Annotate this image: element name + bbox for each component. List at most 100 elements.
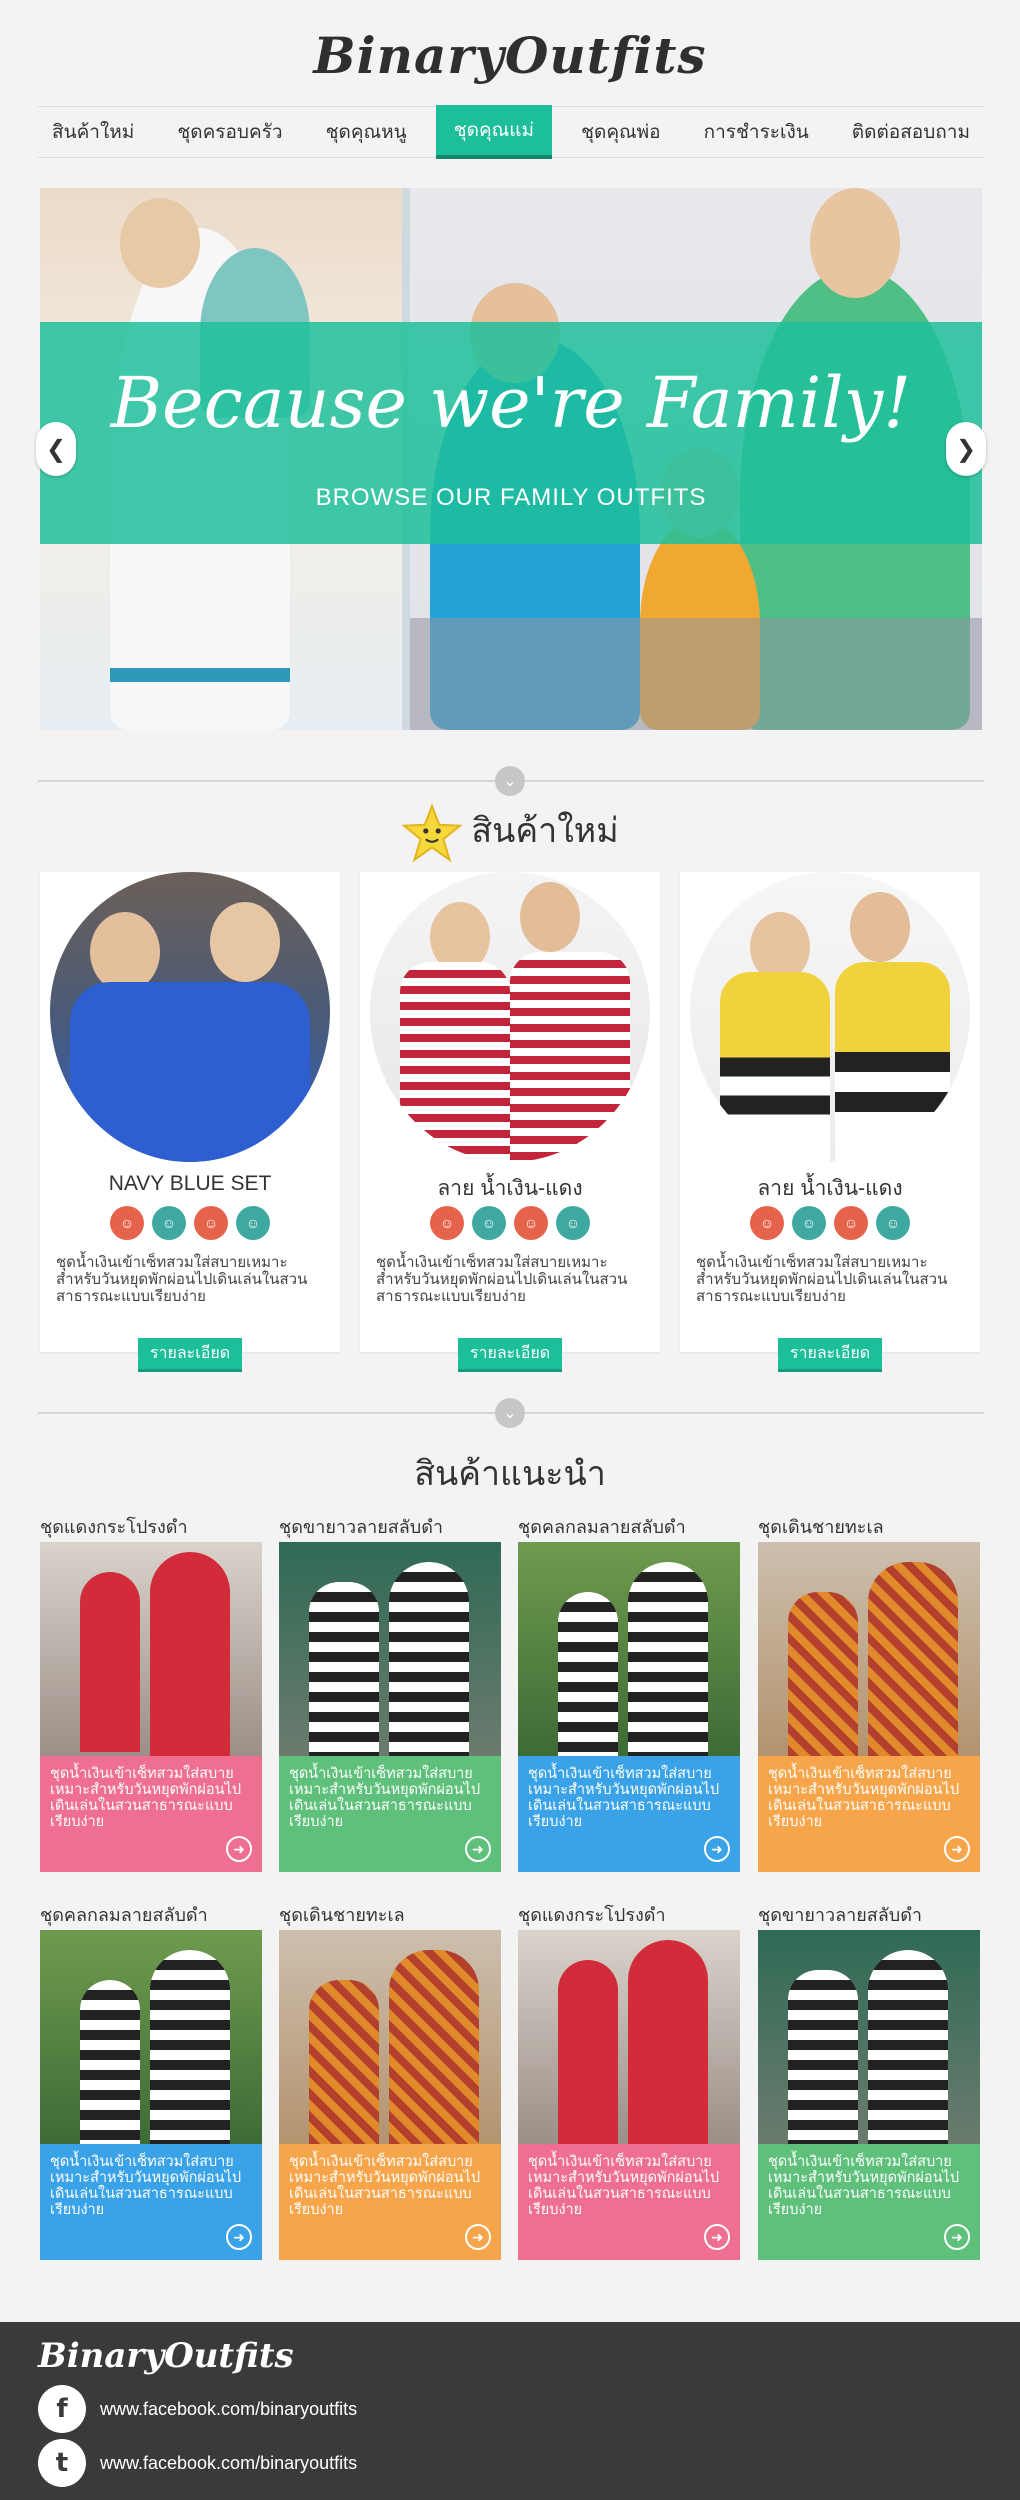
recommended-info: ชุดน้ำเงินเข้าเซ็ทสวมใส่สบายเหมาะสำหรับว…	[279, 1756, 501, 1872]
recommended-info: ชุดน้ำเงินเข้าเซ็ทสวมใส่สบายเหมาะสำหรับว…	[758, 2144, 980, 2260]
avatar-icon[interactable]: ☺	[236, 1206, 270, 1240]
recommended-item-title[interactable]: ชุดเดินชายทะเล	[758, 1512, 884, 1541]
avatar-icon[interactable]: ☺	[556, 1206, 590, 1240]
details-button[interactable]: รายละเอียด	[778, 1338, 882, 1372]
page: BinaryOutfits สินค้าใหม่ ชุดครอบครัว ชุด…	[0, 0, 1020, 2500]
recommended-description: ชุดน้ำเงินเข้าเซ็ทสวมใส่สบายเหมาะสำหรับว…	[528, 1766, 720, 1830]
recommended-photo[interactable]	[518, 1930, 740, 2144]
recommended-photo[interactable]	[40, 1542, 262, 1756]
recommended-item[interactable]: ชุดคลกลมลายสลับดำ ชุดน้ำเงินเข้าเซ็ทสวมใ…	[40, 1900, 262, 2270]
nav-item-family[interactable]: ชุดครอบครัว	[163, 107, 296, 157]
nav-item-kids[interactable]: ชุดคุณหนู	[312, 107, 421, 157]
product-photo[interactable]	[690, 872, 970, 1162]
twitter-icon[interactable]: t	[38, 2439, 86, 2487]
nav-item-dad[interactable]: ชุดคุณพ่อ	[567, 107, 675, 157]
product-photo[interactable]	[370, 872, 650, 1162]
recommended-photo[interactable]	[758, 1930, 980, 2144]
recommended-item-title[interactable]: ชุดคลกลมลายสลับดำ	[40, 1900, 208, 1929]
recommended-description: ชุดน้ำเงินเข้าเซ็ทสวมใส่สบายเหมาะสำหรับว…	[528, 2154, 720, 2218]
footer-twitter-link[interactable]: t www.facebook.com/binaryoutfits	[38, 2438, 357, 2488]
hero-slider: Because we're Family! BROWSE OUR FAMILY …	[40, 188, 982, 730]
product-description: ชุดน้ำเงินเข้าเซ็ทสวมใส่สบายเหมาะสำหรับว…	[56, 1254, 308, 1305]
chevron-down-icon[interactable]: ⌄	[495, 1398, 525, 1428]
recommended-item[interactable]: ชุดขายาวลายสลับดำ ชุดน้ำเงินเข้าเซ็ทสวมใ…	[279, 1512, 501, 1882]
chevron-down-icon[interactable]: ⌄	[495, 766, 525, 796]
product-card[interactable]: ลาย น้ำเงิน-แดง ☺ ☺ ☺ ☺ ชุดน้ำเงินเข้าเซ…	[680, 872, 980, 1372]
arrow-right-icon[interactable]: ➜	[465, 1836, 491, 1862]
recommended-item-title[interactable]: ชุดแดงกระโปรงดำ	[518, 1900, 666, 1929]
product-photo[interactable]	[50, 872, 330, 1162]
footer-link-text[interactable]: www.facebook.com/binaryoutfits	[100, 2399, 357, 2420]
avatar-icon[interactable]: ☺	[514, 1206, 548, 1240]
recommended-title: สินค้าแนะนำ	[414, 1455, 606, 1493]
color-swatches: ☺ ☺ ☺ ☺	[40, 1206, 340, 1240]
arrow-right-icon[interactable]: ➜	[226, 2224, 252, 2250]
recommended-item[interactable]: ชุดคลกลมลายสลับดำ ชุดน้ำเงินเข้าเซ็ทสวมใ…	[518, 1512, 740, 1882]
recommended-info: ชุดน้ำเงินเข้าเซ็ทสวมใส่สบายเหมาะสำหรับว…	[40, 1756, 262, 1872]
recommended-item[interactable]: ชุดเดินชายทะเล ชุดน้ำเงินเข้าเซ็ทสวมใส่ส…	[758, 1512, 980, 1882]
recommended-description: ชุดน้ำเงินเข้าเซ็ทสวมใส่สบายเหมาะสำหรับว…	[768, 2154, 960, 2218]
avatar-icon[interactable]: ☺	[152, 1206, 186, 1240]
recommended-description: ชุดน้ำเงินเข้าเซ็ทสวมใส่สบายเหมาะสำหรับว…	[289, 2154, 481, 2218]
product-name: ลาย น้ำเงิน-แดง	[437, 1177, 583, 1200]
recommended-photo[interactable]	[279, 1542, 501, 1756]
avatar-icon[interactable]: ☺	[194, 1206, 228, 1240]
recommended-item[interactable]: ชุดขายาวลายสลับดำ ชุดน้ำเงินเข้าเซ็ทสวมใ…	[758, 1900, 980, 2270]
avatar-icon[interactable]: ☺	[876, 1206, 910, 1240]
recommended-photo[interactable]	[40, 1930, 262, 2144]
site-footer: BinaryOutfits f www.facebook.com/binaryo…	[0, 2322, 1020, 2500]
color-swatches: ☺ ☺ ☺ ☺	[360, 1206, 660, 1240]
main-nav: สินค้าใหม่ ชุดครอบครัว ชุดคุณหนู ชุดคุณแ…	[38, 105, 984, 159]
recommended-info: ชุดน้ำเงินเข้าเซ็ทสวมใส่สบายเหมาะสำหรับว…	[758, 1756, 980, 1872]
details-button[interactable]: รายละเอียด	[458, 1338, 562, 1372]
product-card[interactable]: ลาย น้ำเงิน-แดง ☺ ☺ ☺ ☺ ชุดน้ำเงินเข้าเซ…	[360, 872, 660, 1372]
nav-item-contact[interactable]: ติดต่อสอบถาม	[838, 107, 984, 157]
recommended-photo[interactable]	[518, 1542, 740, 1756]
arrow-right-icon[interactable]: ➜	[704, 2224, 730, 2250]
nav-item-new[interactable]: สินค้าใหม่	[38, 107, 148, 157]
recommended-item-title[interactable]: ชุดขายาวลายสลับดำ	[758, 1900, 922, 1929]
recommended-item-title[interactable]: ชุดแดงกระโปรงดำ	[40, 1512, 188, 1541]
recommended-item[interactable]: ชุดเดินชายทะเล ชุดน้ำเงินเข้าเซ็ทสวมใส่ส…	[279, 1900, 501, 2270]
arrow-right-icon[interactable]: ➜	[226, 1836, 252, 1862]
facebook-icon[interactable]: f	[38, 2385, 86, 2433]
hero-subtitle[interactable]: BROWSE OUR FAMILY OUTFITS	[40, 484, 982, 512]
recommended-description: ชุดน้ำเงินเข้าเซ็ทสวมใส่สบายเหมาะสำหรับว…	[289, 1766, 481, 1830]
recommended-info: ชุดน้ำเงินเข้าเซ็ทสวมใส่สบายเหมาะสำหรับว…	[518, 1756, 740, 1872]
arrow-right-icon[interactable]: ➜	[944, 2224, 970, 2250]
recommended-photo[interactable]	[279, 1930, 501, 2144]
product-name: ลาย น้ำเงิน-แดง	[757, 1177, 903, 1200]
avatar-icon[interactable]: ☺	[792, 1206, 826, 1240]
arrow-right-icon[interactable]: ➜	[944, 1836, 970, 1862]
avatar-icon[interactable]: ☺	[430, 1206, 464, 1240]
arrow-right-icon[interactable]: ➜	[465, 2224, 491, 2250]
avatar-icon[interactable]: ☺	[110, 1206, 144, 1240]
recommended-info: ชุดน้ำเงินเข้าเซ็ทสวมใส่สบายเหมาะสำหรับว…	[518, 2144, 740, 2260]
recommended-description: ชุดน้ำเงินเข้าเซ็ทสวมใส่สบายเหมาะสำหรับว…	[50, 2154, 242, 2218]
hero-banner: Because we're Family! BROWSE OUR FAMILY …	[40, 322, 982, 544]
product-description: ชุดน้ำเงินเข้าเซ็ทสวมใส่สบายเหมาะสำหรับว…	[696, 1254, 948, 1305]
arrow-right-icon[interactable]: ➜	[704, 1836, 730, 1862]
product-card[interactable]: NAVY BLUE SET ☺ ☺ ☺ ☺ ชุดน้ำเงินเข้าเซ็ท…	[40, 872, 340, 1372]
recommended-item-title[interactable]: ชุดขายาวลายสลับดำ	[279, 1512, 443, 1541]
recommended-description: ชุดน้ำเงินเข้าเซ็ทสวมใส่สบายเหมาะสำหรับว…	[50, 1766, 242, 1830]
new-products-title: สินค้าใหม่	[471, 811, 619, 850]
site-logo[interactable]: BinaryOutfits	[0, 26, 1020, 85]
recommended-item[interactable]: ชุดแดงกระโปรงดำ ชุดน้ำเงินเข้าเซ็ทสวมใส่…	[518, 1900, 740, 2270]
avatar-icon[interactable]: ☺	[750, 1206, 784, 1240]
footer-facebook-link[interactable]: f www.facebook.com/binaryoutfits	[38, 2384, 357, 2434]
footer-link-text[interactable]: www.facebook.com/binaryoutfits	[100, 2453, 357, 2474]
recommended-item-title[interactable]: ชุดเดินชายทะเล	[279, 1900, 405, 1929]
chevron-right-icon[interactable]: ❯	[946, 422, 986, 476]
chevron-left-icon[interactable]: ❮	[36, 422, 76, 476]
recommended-item-title[interactable]: ชุดคลกลมลายสลับดำ	[518, 1512, 686, 1541]
avatar-icon[interactable]: ☺	[834, 1206, 868, 1240]
avatar-icon[interactable]: ☺	[472, 1206, 506, 1240]
details-button[interactable]: รายละเอียด	[138, 1338, 242, 1372]
recommended-photo[interactable]	[758, 1542, 980, 1756]
nav-item-payment[interactable]: การชำระเงิน	[690, 107, 823, 157]
recommended-item[interactable]: ชุดแดงกระโปรงดำ ชุดน้ำเงินเข้าเซ็ทสวมใส่…	[40, 1512, 262, 1882]
color-swatches: ☺ ☺ ☺ ☺	[680, 1206, 980, 1240]
footer-logo[interactable]: BinaryOutfits	[38, 2336, 294, 2376]
nav-item-mom[interactable]: ชุดคุณแม่	[435, 105, 553, 159]
